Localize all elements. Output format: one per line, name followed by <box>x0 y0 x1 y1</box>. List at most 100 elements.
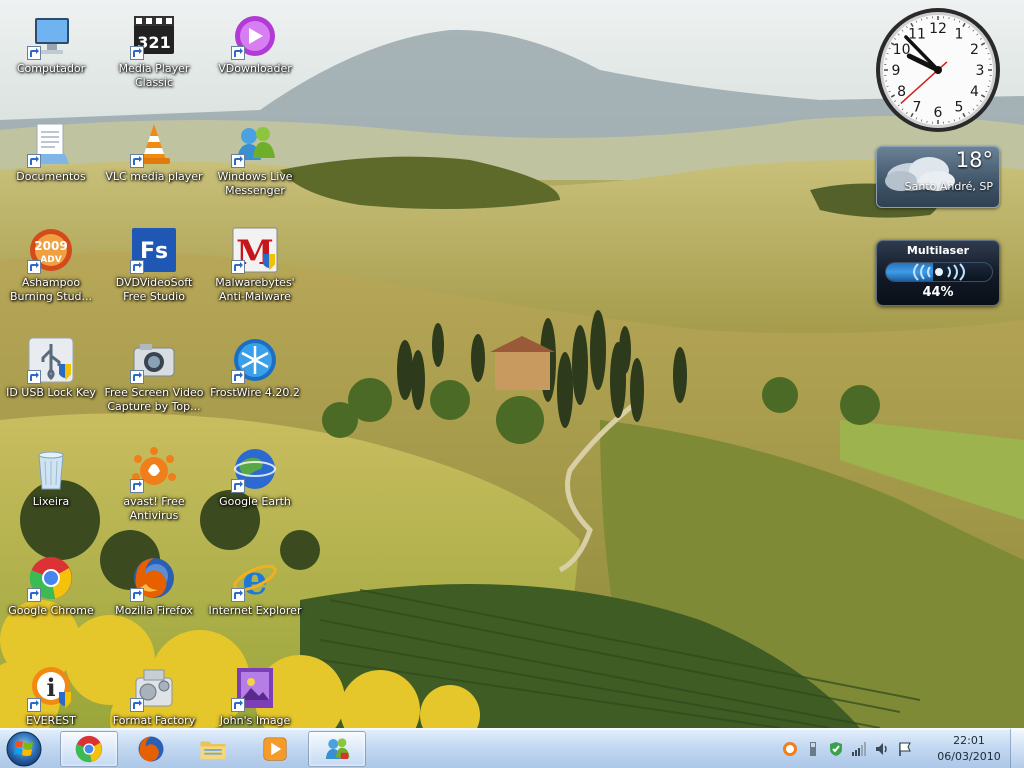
desktop-icon-label: John's Image <box>219 714 291 727</box>
taskbar-date: 06/03/2010 <box>937 750 1001 763</box>
shortcut-arrow-icon <box>231 46 245 60</box>
desktop-icon-google-chrome[interactable]: Google Chrome <box>3 550 99 654</box>
taskbar-firefox-button[interactable] <box>122 731 180 767</box>
desktop-icon-id-usb-lock-key[interactable]: ID USB Lock Key <box>3 332 99 436</box>
shortcut-arrow-icon <box>231 370 245 384</box>
security-tray-icon[interactable] <box>826 739 846 759</box>
desktop-icon-vdownloader[interactable]: VDownloader <box>207 8 303 112</box>
taskbar-media-player-button[interactable] <box>246 731 304 767</box>
messenger-icon <box>325 738 350 759</box>
desktop-icon-label: VLC media player <box>105 170 203 183</box>
vlc-icon <box>130 120 178 168</box>
shortcut-arrow-icon <box>231 588 245 602</box>
desktop-icon-mozilla-firefox[interactable]: Mozilla Firefox <box>106 550 202 654</box>
desktop-icon-dvdvideosoft[interactable]: Fs DVDVideoSoft Free Studio <box>106 222 202 326</box>
desktop-icon-label: ID USB Lock Key <box>6 386 96 399</box>
start-button[interactable] <box>4 730 44 768</box>
shortcut-arrow-icon <box>27 698 41 712</box>
internet-explorer-badge: e <box>242 557 267 602</box>
signal-meter-bar <box>885 262 993 282</box>
desktop-icon-label: FrostWire 4.20.2 <box>210 386 300 399</box>
desktop-icon-format-factory[interactable]: Format Factory <box>106 660 202 728</box>
firefox-icon <box>130 554 178 602</box>
desktop-icon-label: Format Factory <box>112 714 196 727</box>
camera-icon <box>130 336 178 384</box>
clock-numeral: 12 <box>929 21 947 37</box>
desktop-icon-windows-live-messenger[interactable]: Windows Live Messenger <box>207 116 303 220</box>
signal-percent: 44% <box>922 285 954 300</box>
signal-provider-name: Multilaser <box>906 244 970 257</box>
desktop-icon-everest-ultimate[interactable]: i EVEREST Ultimate <box>3 660 99 728</box>
malwarebytes-icon: M <box>231 226 279 274</box>
desktop-icon-label: Free Screen Video Capture by Top... <box>104 386 204 413</box>
format-factory-icon <box>130 664 178 712</box>
computer-icon <box>27 12 75 60</box>
desktop-icon-johns-image[interactable]: John's Image <box>207 660 303 728</box>
desktop-icon-free-screen-video-capture[interactable]: Free Screen Video Capture by Top... <box>104 332 204 436</box>
desktop-icon-lixeira[interactable]: Lixeira <box>3 441 99 545</box>
desktop-icon-vlc[interactable]: VLC media player <box>105 116 203 220</box>
desktop-icon-documentos[interactable]: Documentos <box>3 116 99 220</box>
shortcut-arrow-icon <box>130 588 144 602</box>
shortcut-arrow-icon <box>231 479 245 493</box>
shortcut-arrow-icon <box>231 260 245 274</box>
desktop-icon-label: Media Player Classic <box>118 62 190 89</box>
ashampoo-badge-year: 2009 <box>34 239 67 253</box>
shortcut-arrow-icon <box>130 154 144 168</box>
shortcut-arrow-icon <box>130 698 144 712</box>
desktop-icon-media-player-classic[interactable]: 321 Media Player Classic <box>106 8 202 112</box>
desktop-icon-label: EVEREST Ultimate <box>26 714 76 727</box>
desktop-icon-ashampoo[interactable]: 2009 ADV Ashampoo Burning Stud... <box>3 222 99 326</box>
desktop-icon-label: Malwarebytes' Anti-Malware <box>215 276 295 303</box>
desktop: Computador 321 Media Player Classic VDow… <box>0 0 1024 728</box>
clock-numeral: 7 <box>913 99 922 115</box>
shortcut-arrow-icon <box>27 154 41 168</box>
desktop-icon-label: Google Earth <box>219 495 291 508</box>
weather-city: Santo André, SP <box>904 180 993 193</box>
volume-tray-icon[interactable] <box>872 739 892 759</box>
shortcut-arrow-icon <box>130 260 144 274</box>
taskbar-messenger-button[interactable] <box>308 731 366 767</box>
avast-tray-icon[interactable] <box>780 739 800 759</box>
taskbar: 22:01 06/03/2010 <box>0 728 1024 768</box>
shortcut-arrow-icon <box>130 479 144 493</box>
desktop-icon-internet-explorer[interactable]: e Internet Explorer <box>207 550 303 654</box>
shortcut-arrow-icon <box>130 370 144 384</box>
desktop-icon-computador[interactable]: Computador <box>3 8 99 112</box>
dvdvideosoft-icon: Fs <box>130 226 178 274</box>
desktop-icon-label: Internet Explorer <box>208 604 302 617</box>
clock-numeral: 8 <box>897 84 906 100</box>
everest-icon: i <box>27 664 75 712</box>
system-tray <box>780 737 918 761</box>
chrome-icon <box>27 554 75 602</box>
shortcut-arrow-icon <box>27 46 41 60</box>
avast-icon <box>130 445 178 493</box>
clock-gadget[interactable]: 12 1 2 3 4 5 6 7 8 9 10 11 <box>874 6 1002 134</box>
clock-numeral: 4 <box>970 84 979 100</box>
media-player-icon <box>263 737 287 761</box>
weather-gadget[interactable]: 18° Santo André, SP <box>876 146 1000 208</box>
desktop-icon-avast[interactable]: avast! Free Antivirus <box>106 441 202 545</box>
signal-meter-gadget[interactable]: Multilaser 44% <box>876 240 1000 306</box>
taskbar-clock[interactable]: 22:01 06/03/2010 <box>932 733 1006 765</box>
desktop-icon-frostwire[interactable]: FrostWire 4.20.2 <box>207 332 303 436</box>
signal-tray-icon[interactable] <box>849 739 869 759</box>
desktop-icon-malwarebytes[interactable]: M Malwarebytes' Anti-Malware <box>207 222 303 326</box>
desktop-icon-google-earth[interactable]: Google Earth <box>207 441 303 545</box>
taskbar-explorer-button[interactable] <box>184 731 242 767</box>
media-player-classic-icon: 321 <box>130 12 178 60</box>
show-desktop-button[interactable] <box>1010 729 1024 768</box>
desktop-icon-label: Lixeira <box>32 495 70 508</box>
clock-numeral: 6 <box>934 105 943 121</box>
action-center-flag-icon[interactable] <box>895 739 915 759</box>
ashampoo-badge-adv: ADV <box>40 255 61 265</box>
shortcut-arrow-icon <box>27 370 41 384</box>
desktop-icon-label: avast! Free Antivirus <box>123 495 185 522</box>
windows-logo-icon <box>6 731 42 767</box>
desktop-icon-label: Mozilla Firefox <box>115 604 193 617</box>
desktop-icon-label: Google Chrome <box>8 604 94 617</box>
taskbar-chrome-button[interactable] <box>60 731 118 767</box>
usb-tray-icon[interactable] <box>803 739 823 759</box>
desktop-icon-label: Windows Live Messenger <box>217 170 293 197</box>
clock-numeral: 1 <box>955 27 964 43</box>
